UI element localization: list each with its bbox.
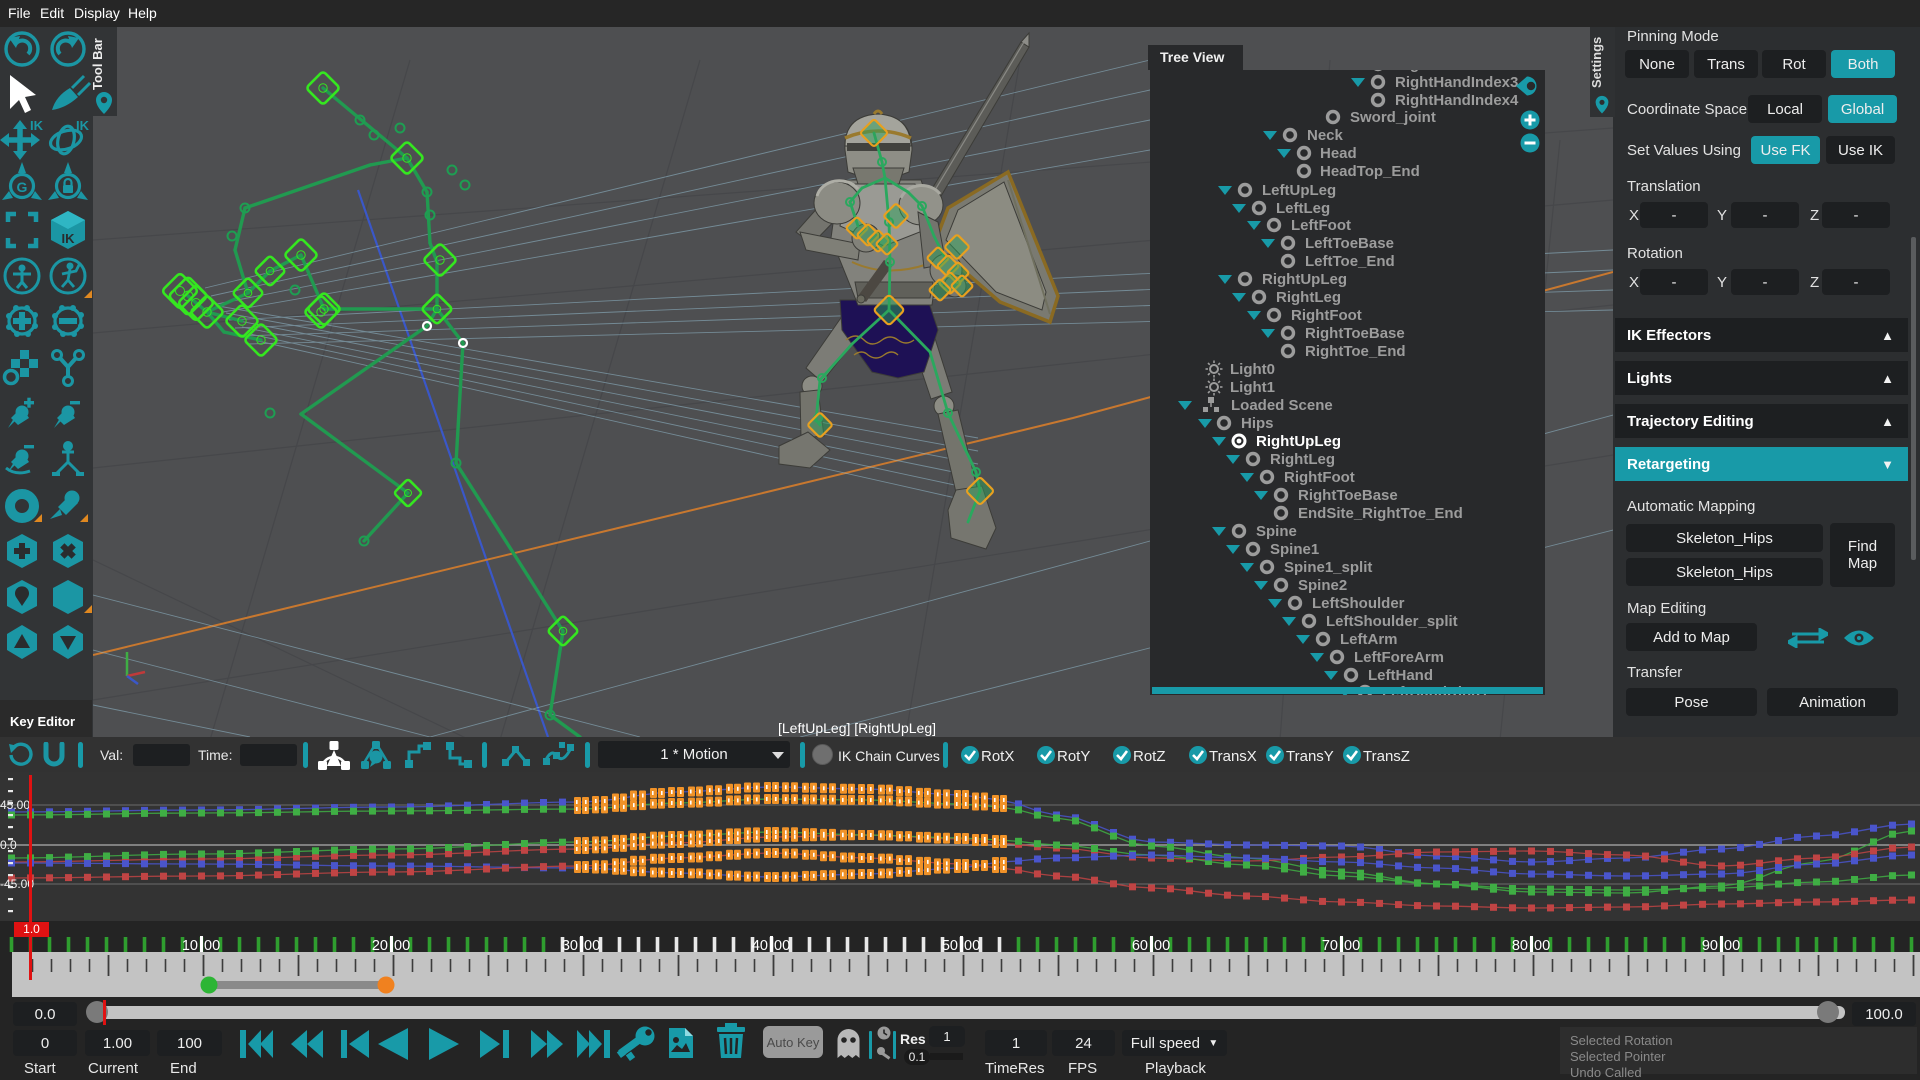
svg-text:00: 00	[1154, 938, 1170, 952]
svg-text:IK: IK	[30, 118, 44, 133]
svg-text:HeadTop_End: HeadTop_End	[1320, 163, 1420, 180]
svg-text:LeftForeArm: LeftForeArm	[1354, 649, 1444, 666]
svg-text:00: 00	[204, 938, 220, 952]
svg-text:IK: IK	[76, 118, 90, 133]
svg-text:00: 00	[1344, 938, 1360, 952]
svg-text:00: 00	[774, 938, 790, 952]
svg-text:RightToeBase: RightToeBase	[1305, 325, 1405, 342]
svg-text:LeftShoulder_split: LeftShoulder_split	[1326, 613, 1458, 630]
svg-text:LeftArm: LeftArm	[1340, 631, 1398, 648]
svg-text:RightToeBase: RightToeBase	[1298, 487, 1398, 504]
svg-text:0.0: 0.0	[0, 838, 17, 852]
svg-text:90: 90	[1702, 938, 1718, 952]
svg-text:LeftHand: LeftHand	[1368, 667, 1433, 684]
svg-text:00: 00	[1724, 938, 1740, 952]
svg-text:Light0: Light0	[1230, 361, 1275, 378]
svg-text:Loaded Scene: Loaded Scene	[1231, 397, 1333, 414]
svg-text:40: 40	[752, 938, 768, 952]
svg-text:00: 00	[964, 938, 980, 952]
svg-text:RightLeg: RightLeg	[1276, 289, 1341, 306]
svg-text:LeftShoulder: LeftShoulder	[1312, 595, 1405, 612]
svg-text:RightUpLeg: RightUpLeg	[1262, 271, 1347, 288]
svg-text:30: 30	[562, 938, 578, 952]
svg-text:EndSite_RightToe_End: EndSite_RightToe_End	[1298, 505, 1463, 522]
svg-text:Head: Head	[1320, 145, 1357, 162]
svg-text:RightToe_End: RightToe_End	[1305, 343, 1406, 360]
svg-text:70: 70	[1322, 938, 1338, 952]
svg-text:RightFoot: RightFoot	[1284, 469, 1355, 486]
svg-text:RightFoot: RightFoot	[1291, 307, 1362, 324]
svg-text:10: 10	[182, 938, 198, 952]
svg-text:RightHandIndex3: RightHandIndex3	[1395, 74, 1518, 91]
svg-text:00: 00	[394, 938, 410, 952]
svg-text:RightHandIndex4: RightHandIndex4	[1395, 92, 1519, 109]
svg-text:RightLeg: RightLeg	[1270, 451, 1335, 468]
svg-text:45.00: 45.00	[0, 798, 30, 812]
svg-text:LeftUpLeg: LeftUpLeg	[1262, 182, 1336, 199]
svg-text:80: 80	[1512, 938, 1528, 952]
svg-text:IK: IK	[62, 231, 76, 246]
svg-text:Spine1_split: Spine1_split	[1284, 559, 1372, 576]
svg-text:Spine1: Spine1	[1270, 541, 1319, 558]
svg-text:LeftToeBase: LeftToeBase	[1305, 235, 1394, 252]
svg-text:20: 20	[372, 938, 388, 952]
svg-text:LeftFoot: LeftFoot	[1291, 217, 1351, 234]
svg-text:G: G	[17, 179, 28, 195]
svg-text:50: 50	[942, 938, 958, 952]
svg-text:LeftLeg: LeftLeg	[1276, 200, 1330, 217]
svg-text:00: 00	[1534, 938, 1550, 952]
svg-text:LeftToe_End: LeftToe_End	[1305, 253, 1395, 270]
svg-text:Spine2: Spine2	[1298, 577, 1347, 594]
svg-text:00: 00	[584, 938, 600, 952]
svg-text:Hips: Hips	[1241, 415, 1274, 432]
svg-text:Light1: Light1	[1230, 379, 1275, 396]
svg-text:RightHandIndex2: RightHandIndex2	[1395, 70, 1518, 73]
svg-text:Sword_joint: Sword_joint	[1350, 109, 1436, 126]
svg-text:Neck: Neck	[1307, 127, 1344, 144]
svg-text:RightUpLeg: RightUpLeg	[1256, 433, 1341, 450]
svg-text:60: 60	[1132, 938, 1148, 952]
svg-text:Spine: Spine	[1256, 523, 1297, 540]
